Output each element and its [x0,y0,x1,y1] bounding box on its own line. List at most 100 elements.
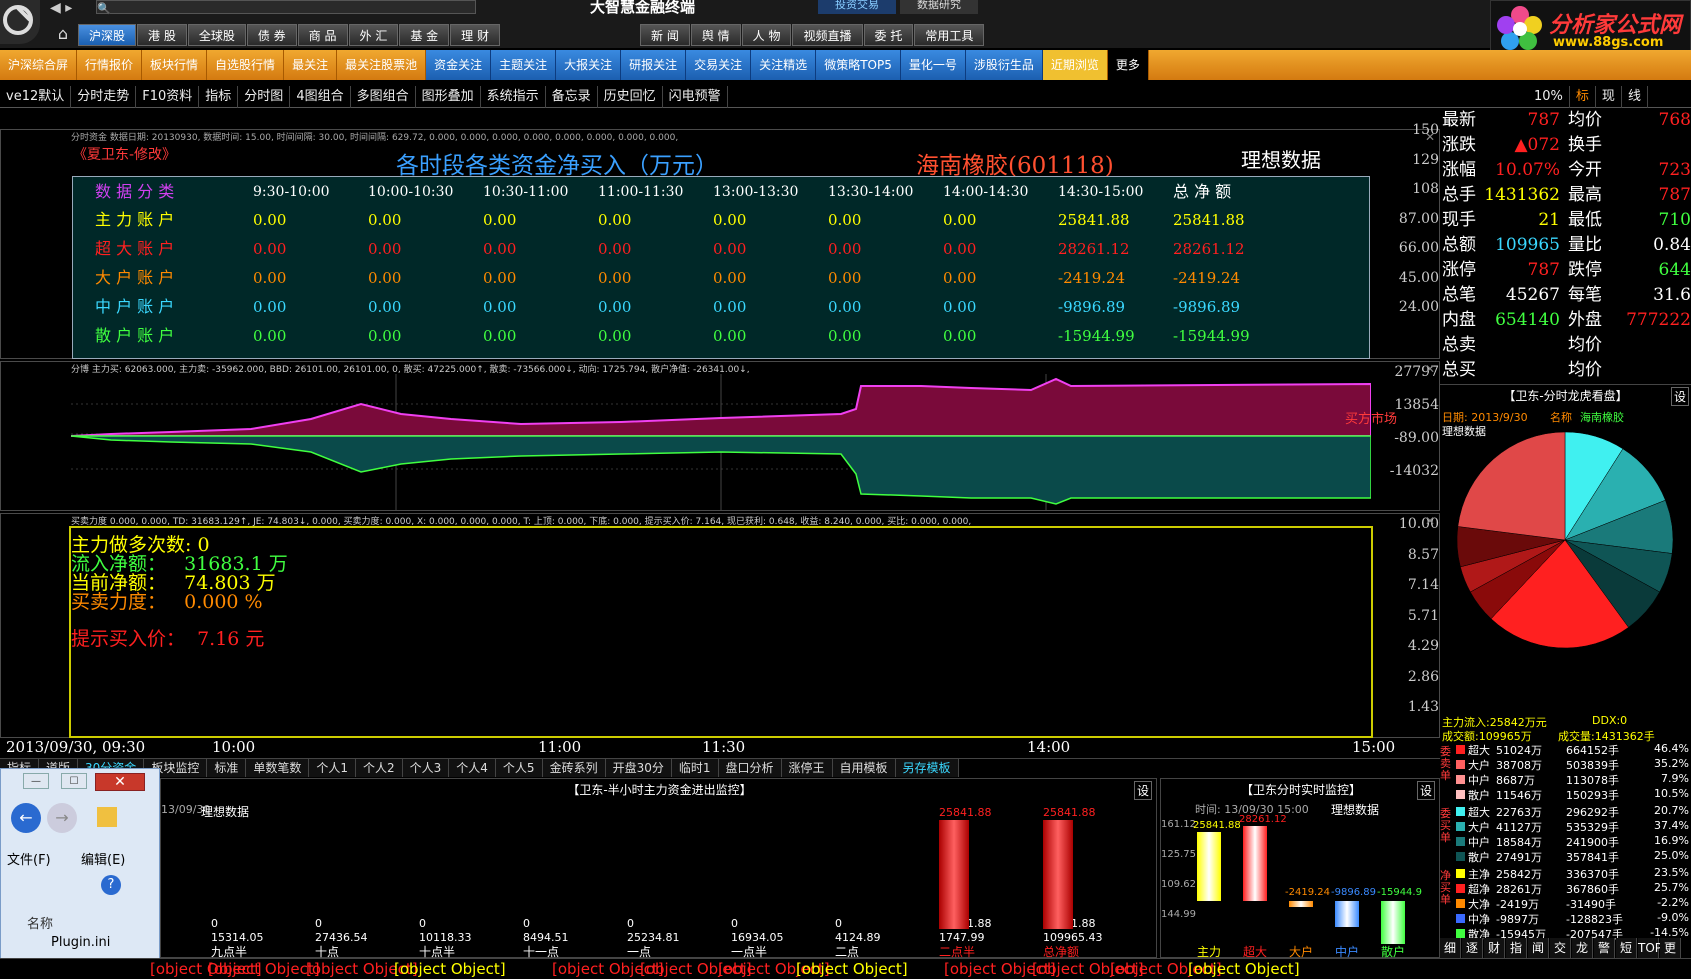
tab-category-4[interactable]: 最关注 [284,50,338,80]
quote-row: 内盘 654140 外盘 777222 [1442,308,1691,333]
toolbar-item-2[interactable]: F10资料 [136,86,200,108]
settings-button[interactable]: 设 [1670,387,1689,406]
right-tab-7[interactable]: 警 [1594,938,1615,958]
template-tab-9[interactable]: 个人4 [449,759,496,777]
tab-invest-trade[interactable]: 投资交易 [818,0,896,14]
home-icon[interactable]: ⌂ [48,24,78,46]
right-tab-6[interactable]: 龙 [1572,938,1593,958]
tab-category-6[interactable]: 资金关注 [426,50,492,80]
template-tab-5[interactable]: 单数笔数 [246,759,310,777]
flow-pct: 25.0% [1654,849,1689,862]
toolbar-item-10[interactable]: 历史回忆 [598,86,663,108]
template-tab-14[interactable]: 盘口分析 [718,759,782,777]
right-tab-4[interactable]: 闻 [1528,938,1549,958]
tab-data-research[interactable]: 数据研究 [900,0,978,14]
tab-category-9[interactable]: 研报关注 [621,50,687,80]
tab-news-0[interactable]: 新 闻 [640,24,690,46]
toolbar-item-8[interactable]: 系统指示 [481,86,546,108]
tab-category-13[interactable]: 量化一号 [900,50,966,80]
settings-button[interactable]: 设 [1416,781,1435,800]
tab-market-4[interactable]: 商 品 [297,24,348,46]
template-tab-12[interactable]: 开盘30分 [605,759,672,777]
template-tab-13[interactable]: 临时1 [671,759,719,777]
right-tab-1[interactable]: 逐 [1462,938,1483,958]
tab-category-12[interactable]: 微策略TOP5 [816,50,901,80]
app-logo-icon[interactable] [0,0,40,44]
right-tab-2[interactable]: 财 [1484,938,1505,958]
tab-news-3[interactable]: 视频直播 [792,24,863,46]
maximize-button[interactable]: ☐ [61,773,87,789]
search-input[interactable]: 🔍 [96,0,476,15]
tab-category-3[interactable]: 自选股行情 [207,50,285,80]
pie-title: 【卫东-分时龙虎看盘】 [1503,389,1628,403]
tab-market-3[interactable]: 债 券 [246,24,297,46]
tab-market-6[interactable]: 基 金 [399,24,450,46]
template-tab-17[interactable]: 另存模板 [895,759,959,777]
row-label: 大 户 账 户 [95,268,175,287]
tab-category-16[interactable]: 更多 [1107,50,1149,80]
right-tab-3[interactable]: 指 [1506,938,1527,958]
tab-market-2[interactable]: 全球股 [187,24,246,46]
tab-category-11[interactable]: 关注精选 [751,50,817,80]
template-tab-7[interactable]: 个人2 [356,759,403,777]
quote-row: 最新 787 均价 768 [1442,108,1691,133]
help-icon[interactable]: ? [101,875,121,895]
toolbar-item-7[interactable]: 图形叠加 [416,86,481,108]
close-icon[interactable]: ✕ [1425,514,1435,528]
template-tab-11[interactable]: 金砖系列 [542,759,606,777]
template-tab-15[interactable]: 涨停王 [781,759,833,777]
file-item[interactable]: Plugin.ini [51,935,110,950]
toolbar-left: ve12默认 分时走势 F10资料 指标 分时图 4图组合 多图组合 图形叠加 系统指示 备忘录历… [0,86,728,108]
tab-category-8[interactable]: 大报关注 [556,50,622,80]
menu-file[interactable]: 文件(F) [7,849,51,868]
template-tab-16[interactable]: 自用模板 [832,759,896,777]
tab-market-5[interactable]: 外 汇 [348,24,399,46]
tab-market-1[interactable]: 港 股 [137,24,187,46]
right-tab-9[interactable]: TOP [1638,938,1662,958]
toolbar-item-5[interactable]: 4图组合 [290,86,351,108]
settings-button[interactable]: 设 [1133,781,1152,800]
toolbar-right-item-3[interactable]: 线 [1622,86,1648,108]
tab-category-5[interactable]: 最关注股票池 [337,50,427,80]
tab-category-1[interactable]: 行情报价 [77,50,143,80]
back-arrow-icon[interactable]: ◀ ▸ [50,0,80,16]
tab-category-10[interactable]: 交易关注 [686,50,752,80]
close-icon[interactable]: ✕ [1425,362,1435,376]
right-tab-5[interactable]: 交 [1550,938,1571,958]
right-tab-10[interactable]: 更 [1660,938,1681,958]
toolbar-item-11[interactable]: 闪电预警 [663,86,728,108]
tab-category-15[interactable]: 近期浏览 [1042,50,1108,80]
back-icon[interactable]: ← [11,803,41,833]
tab-news-4[interactable]: 委 托 [863,24,914,46]
template-tab-8[interactable]: 个人3 [402,759,450,777]
toolbar-item-4[interactable]: 分时图 [238,86,291,108]
menu-edit[interactable]: 编辑(E) [81,849,125,868]
toolbar-right-item-2[interactable]: 现 [1596,86,1622,108]
toolbar-right-item-0[interactable]: 10% [1528,86,1570,108]
toolbar-item-1[interactable]: 分时走势 [71,86,137,108]
close-button[interactable]: ✕ [95,773,145,791]
tab-news-5[interactable]: 常用工具 [914,24,985,46]
toolbar-right-item-1[interactable]: 标 [1570,86,1596,108]
template-tab-6[interactable]: 个人1 [309,759,356,777]
toolbar-item-0[interactable]: ve12默认 [0,86,72,108]
tab-category-2[interactable]: 板块行情 [142,50,208,80]
tab-category-14[interactable]: 涉股衍生品 [965,50,1043,80]
tab-category-0[interactable]: 沪深综合屏 [0,50,78,80]
right-tab-8[interactable]: 短 [1616,938,1637,958]
right-tab-0[interactable]: 细 [1440,938,1461,958]
minimize-button[interactable]: — [23,773,49,789]
tab-market-0[interactable]: 沪深股 [78,24,137,46]
tab-category-7[interactable]: 主题关注 [491,50,557,80]
toolbar-item-9[interactable]: 备忘录 [546,86,598,108]
toolbar-item-3[interactable]: 指标 [199,86,239,108]
template-tab-4[interactable]: 标准 [207,759,247,777]
flow-name: 中净 [1468,913,1490,926]
toolbar-item-6[interactable]: 多图组合 [351,86,416,108]
tab-news-1[interactable]: 舆 情 [690,24,741,46]
tab-market-7[interactable]: 理 财 [450,24,500,46]
close-icon[interactable]: ✕ [1425,130,1435,144]
forward-icon[interactable]: → [47,803,77,833]
tab-news-2[interactable]: 人 物 [741,24,792,46]
template-tab-10[interactable]: 个人5 [495,759,543,777]
